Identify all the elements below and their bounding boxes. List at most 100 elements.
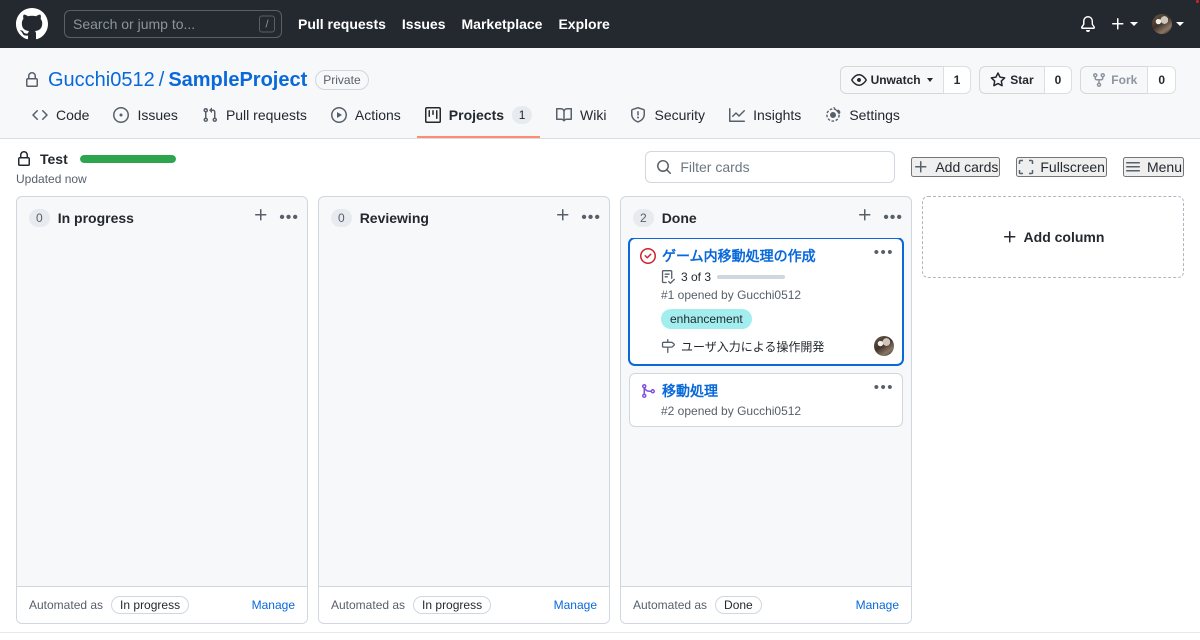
book-icon (556, 107, 573, 123)
issue-opened-icon (113, 106, 130, 123)
unwatch-button[interactable]: Unwatch (839, 66, 943, 94)
project-toolbar-actions: Filter cards Add cards Fullscreen Menu (645, 151, 1184, 183)
tab-actions[interactable]: Actions (323, 102, 409, 138)
search-input[interactable]: Search or jump to... / (64, 10, 282, 38)
manage-link[interactable]: Manage (554, 598, 597, 612)
project-board-icon (424, 106, 441, 123)
project-progress-fill (79, 155, 176, 163)
milestone-icon (661, 339, 675, 353)
label-chip-enhancement[interactable]: enhancement (661, 309, 752, 329)
menu-button[interactable]: Menu (1122, 157, 1184, 177)
github-mark-icon[interactable] (16, 8, 48, 40)
automation-chip: In progress (413, 596, 492, 614)
graph-icon (729, 107, 746, 123)
milestone-name: ユーザ入力による操作開発 (681, 339, 825, 354)
column-cards (319, 238, 609, 586)
global-nav-issues[interactable]: Issues (402, 16, 446, 32)
plus-icon (913, 159, 929, 175)
column-card-count: 2 (633, 208, 654, 227)
filter-cards-input[interactable]: Filter cards (645, 151, 896, 183)
card-title-link[interactable]: 移動処理 (662, 382, 864, 400)
column-cards (17, 238, 307, 586)
git-pull-request-icon (202, 107, 218, 123)
tab-label: Actions (354, 106, 401, 123)
search-placeholder: Search or jump to... (73, 16, 196, 32)
project-card-pull-request[interactable]: 移動処理 ••• #2 opened by Gucchi0512 (629, 373, 903, 427)
tab-projects[interactable]: Projects 1 (416, 102, 541, 138)
column-menu-button[interactable]: ••• (279, 209, 299, 225)
fork-label: Fork (1111, 73, 1138, 87)
filter-cards-placeholder: Filter cards (680, 159, 750, 175)
fork-icon (1093, 73, 1106, 88)
card-menu-button[interactable]: ••• (874, 380, 894, 395)
global-nav-pull-requests[interactable]: Pull requests (298, 16, 386, 32)
column-title: Reviewing (359, 209, 429, 226)
lock-icon (16, 151, 32, 167)
card-title-link[interactable]: ゲーム内移動処理の作成 (662, 247, 864, 265)
star-label: Star (1010, 73, 1034, 87)
project-card-issue[interactable]: ゲーム内移動処理の作成 ••• 3 of 3 #1 opened by Gucc… (629, 238, 903, 365)
code-icon (32, 107, 48, 123)
star-count[interactable]: 0 (1043, 66, 1073, 94)
column-card-count: 0 (331, 208, 352, 227)
manage-link[interactable]: Manage (856, 598, 899, 612)
automation-label: Automated as (633, 598, 708, 612)
gear-icon (825, 106, 841, 123)
star-button[interactable]: Star (979, 66, 1044, 94)
repository-nav-tabs: Code Issues Pull requests Actions Projec… (24, 102, 1176, 138)
tab-settings[interactable]: Settings (817, 102, 908, 138)
tab-security[interactable]: Security (622, 102, 713, 138)
tab-issues[interactable]: Issues (105, 102, 185, 138)
add-column-button[interactable]: Add column (922, 196, 1184, 278)
create-new-menu[interactable] (1110, 16, 1138, 32)
page-bottom-edge (0, 632, 1200, 640)
column-menu-button[interactable]: ••• (883, 209, 903, 225)
user-menu[interactable] (1152, 14, 1184, 34)
repo-name-link[interactable]: SampleProject (168, 69, 307, 92)
board-column-in-progress: 0 In progress ••• Automated as In progre… (16, 196, 308, 624)
tab-insights[interactable]: Insights (721, 102, 809, 138)
automation-label: Automated as (331, 598, 406, 612)
column-header: 0 In progress ••• (17, 197, 307, 238)
tab-label: Wiki (580, 106, 607, 123)
board-column-done: 2 Done ••• ゲーム内移動処理の作成 ••• 3 of 3 #1 ope… (620, 196, 912, 624)
add-card-button[interactable] (253, 207, 269, 228)
issue-closed-not-planned-icon (640, 248, 656, 264)
fullscreen-icon (1018, 159, 1034, 175)
watch-count[interactable]: 1 (942, 66, 972, 94)
visibility-badge: Private (315, 70, 369, 90)
add-cards-label: Add cards (935, 159, 999, 175)
breadcrumb-separator: / (158, 68, 165, 91)
global-header: Search or jump to... / Pull requests Iss… (0, 0, 1200, 48)
card-tasklist: 3 of 3 (661, 270, 894, 284)
add-cards-button[interactable]: Add cards (911, 157, 1001, 177)
search-shortcut-key: / (259, 15, 275, 33)
tab-code[interactable]: Code (24, 102, 97, 138)
tab-label: Issues (137, 106, 178, 123)
project-updated-time: Updated now (16, 172, 87, 186)
fork-count[interactable]: 0 (1147, 66, 1176, 94)
hamburger-menu-icon (1125, 159, 1141, 175)
automation-chip: Done (715, 596, 762, 614)
tab-label: Insights (753, 106, 802, 123)
column-footer: Automated as In progress Manage (319, 586, 609, 623)
column-header: 0 Reviewing ••• (319, 197, 609, 238)
fork-button[interactable]: Fork (1080, 66, 1148, 94)
add-card-button[interactable] (857, 207, 873, 228)
star-button-group: Star 0 (979, 66, 1073, 94)
add-card-button[interactable] (555, 207, 571, 228)
github-project-board-page: Search or jump to... / Pull requests Iss… (0, 0, 1200, 640)
tab-wiki[interactable]: Wiki (548, 102, 614, 138)
tasklist-progress-bar (717, 275, 786, 279)
global-nav-marketplace[interactable]: Marketplace (462, 16, 543, 32)
fullscreen-button[interactable]: Fullscreen (1016, 157, 1107, 177)
column-header-actions: ••• (857, 207, 903, 228)
card-menu-button[interactable]: ••• (874, 245, 894, 260)
notification-bell-icon[interactable] (1080, 16, 1096, 32)
tab-pull-requests[interactable]: Pull requests (194, 102, 315, 138)
column-menu-button[interactable]: ••• (581, 209, 601, 225)
global-nav-explore[interactable]: Explore (558, 16, 609, 32)
repo-owner-link[interactable]: Gucchi0512 (48, 69, 155, 92)
manage-link[interactable]: Manage (252, 598, 295, 612)
assignee-avatar[interactable] (874, 336, 894, 356)
